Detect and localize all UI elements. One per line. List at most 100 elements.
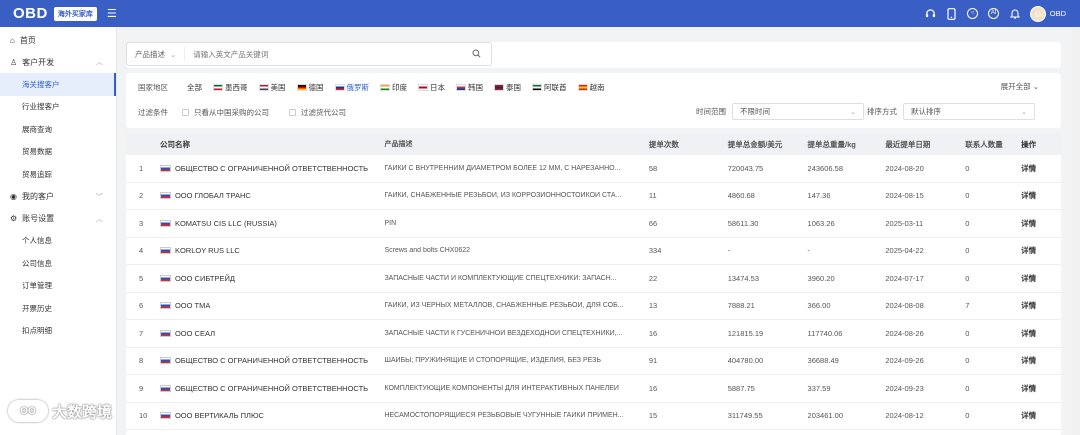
company-cell[interactable]: ООО СЕАЛ (159, 329, 385, 338)
table-row[interactable]: 1 ОБЩЕСТВО С ОГРАНИЧЕННОЙ ОТВЕТСТВЕННОСТЬ… (126, 155, 1061, 183)
sidebar-item-home[interactable]: ⌂ 首页 (0, 29, 116, 51)
row-number: 10 (139, 411, 148, 421)
details-link[interactable]: 详情 (1021, 355, 1061, 366)
amount-cell: 58611.30 (727, 218, 759, 228)
company-cell[interactable]: ОБЩЕСТВО С ОГРАНИЧЕННОЙ ОТВЕТСТВЕННОСТЬ (159, 164, 385, 173)
country-option[interactable]: 全部 (187, 82, 202, 93)
search-input[interactable] (193, 49, 464, 59)
table-row[interactable]: 6 ООО ТМА ГАЙКИ, ИЗ ЧЕРНЫХ МЕТАЛЛОВ, СНАБЖ… (126, 293, 1061, 320)
russia-flag-icon (159, 219, 171, 227)
sidebar-item-industry-search[interactable]: 行业搜客户 (0, 96, 116, 119)
details-link[interactable]: 详情 (1021, 190, 1061, 201)
company-cell[interactable]: ООО ВЕРТИКАЛЬ ПЛЮС (159, 411, 385, 420)
table-row[interactable]: 2 ООО ГЛОБАЛ ТРАНС ГАЙКИ, СНАБЖЕННЫЕ РЕЗЬБ… (126, 183, 1061, 210)
search-type-select[interactable]: 产品描述 ⌄ (127, 47, 186, 61)
details-link[interactable]: 详情 (1021, 245, 1061, 256)
sidebar-item-deduction-details[interactable]: 扣点明细 (0, 320, 116, 343)
sidebar-item-account-settings[interactable]: ⚙ 账号设置 ︿ (0, 208, 116, 230)
company-name[interactable]: ООО ТМА (175, 301, 210, 310)
sidebar-item-company-info[interactable]: 公司信息 (0, 252, 116, 275)
page-scrollbar[interactable] (1072, 27, 1080, 435)
table-row[interactable]: 7 ООО СЕАЛ ЗАПАСНЫЕ ЧАСТИ К ГУСЕНИЧНОЙ ВЕЗ… (126, 320, 1061, 348)
sidebar-item-personal-info[interactable]: 个人信息 (0, 230, 116, 253)
country-option[interactable]: 美国 (258, 82, 286, 93)
table-row[interactable]: 4 KORLOY RUS LLC Screws and bolts CHX0622 3… (126, 238, 1061, 265)
table-row[interactable]: 5 ООО СИБТРЕЙД ЗАПАСНЫЕ ЧАСТИ И КОМПЛЕКТУЮ… (126, 265, 1061, 293)
country-filter-label: 国家地区 (138, 82, 168, 92)
company-name[interactable]: ООО СИБТРЕЙД (175, 274, 235, 283)
company-name[interactable]: KORLOY RUS LLC (175, 246, 240, 255)
sidebar-item-customs-search[interactable]: 海关搜客户 (0, 73, 116, 96)
checkbox-box[interactable] (182, 109, 189, 116)
country-option[interactable]: 韩国 (456, 82, 483, 93)
user-name[interactable]: OBD (1050, 9, 1066, 18)
table-row[interactable]: 10 ООО ВЕРТИКАЛЬ ПЛЮС НЕСАМОСТОПОРЯЩИЕСЯ Р… (126, 403, 1061, 430)
country-option[interactable]: 德国 (296, 82, 324, 93)
sidebar-item-invoice-history[interactable]: 开票历史 (0, 297, 116, 320)
country-option[interactable]: 俄罗斯 (334, 82, 369, 93)
logo[interactable]: OBD (13, 5, 48, 22)
date-cell: 2024-08-12 (885, 411, 924, 421)
company-name[interactable]: ОБЩЕСТВО С ОГРАНИЧЕННОЙ ОТВЕТСТВЕННОСТЬ (175, 164, 368, 173)
country-option[interactable]: 日本 (418, 82, 445, 93)
country-name: 美国 (270, 82, 286, 92)
contacts-cell: 0 (965, 411, 970, 421)
russia-flag-icon (159, 247, 171, 255)
contacts-cell: 0 (965, 191, 970, 201)
table-row[interactable]: 9 ОБЩЕСТВО С ОГРАНИЧЕННОЙ ОТВЕТСТВЕННОСТЬ… (126, 375, 1061, 403)
company-name[interactable]: ООО СЕАЛ (175, 329, 215, 338)
checkbox-box[interactable] (289, 109, 296, 116)
details-link[interactable]: 详情 (1021, 383, 1061, 394)
company-name[interactable]: KOMATSU CIS LLC (RUSSIA) (175, 219, 277, 228)
product-badge: 海外买家库 (53, 6, 97, 21)
sort-select[interactable]: 默认排序 ⌄ (903, 103, 1035, 120)
company-cell[interactable]: ОБЩЕСТВО С ОГРАНИЧЕННОЙ ОТВЕТСТВЕННОСТЬ (159, 384, 385, 393)
menu-toggle-icon[interactable]: ☰ (107, 7, 117, 20)
wechat-icon[interactable]: ○ (967, 8, 979, 20)
details-link[interactable]: 详情 (1021, 300, 1061, 311)
company-name[interactable]: ООО ВЕРТИКАЛЬ ПЛЮС (175, 411, 264, 420)
sidebar-item-trade-tracking[interactable]: 贸易追踪 (0, 163, 116, 186)
details-link[interactable]: 详情 (1021, 328, 1061, 339)
country-option[interactable]: 墨西哥 (213, 82, 248, 93)
details-link[interactable]: 详情 (1021, 410, 1061, 421)
country-option[interactable]: 阿联酋 (532, 82, 567, 93)
company-cell[interactable]: ООО ГЛОБАЛ ТРАНС (159, 191, 385, 200)
sidebar-item-exhibitor-search[interactable]: 展商查询 (0, 118, 116, 141)
country-option[interactable]: 印度 (380, 82, 407, 93)
product-cell: КОМПЛЕКТУЮЩИЕ КОМПОНЕНТЫ ДЛЯ ИНТЕРАКТИВН… (384, 384, 619, 392)
details-link[interactable]: 详情 (1021, 218, 1061, 229)
company-cell[interactable]: KOMATSU CIS LLC (RUSSIA) (159, 219, 385, 228)
sidebar-item-label: 我的客户 (21, 192, 54, 201)
search-card: 产品描述 ⌄ (126, 42, 1061, 68)
avatar[interactable]: ☺ (1029, 5, 1046, 22)
sidebar-item-customer-dev[interactable]: ♙ 客户开发 ︿ (0, 51, 116, 73)
time-range-filter: 时间范围 不限时间 ⌄ (696, 103, 864, 120)
product-cell: ЗАПАСНЫЕ ЧАСТИ И КОМПЛЕКТУЮЩИЕ СПЕЦТЕХНИ… (384, 274, 617, 282)
mobile-icon[interactable] (946, 7, 958, 20)
company-cell[interactable]: ООО СИБТРЕЙД (159, 274, 385, 283)
country-option[interactable]: 越南 (577, 82, 605, 93)
sidebar-item-trade-data[interactable]: 贸易数据 (0, 141, 116, 164)
support-icon[interactable] (925, 8, 937, 20)
details-link[interactable]: 详情 (1021, 163, 1061, 174)
china-purchase-checkbox[interactable]: 只看从中国采购的公司 (182, 107, 269, 118)
search-icon[interactable] (472, 48, 481, 60)
ai-icon[interactable]: AI (988, 8, 1000, 20)
company-cell[interactable]: KORLOY RUS LLC (159, 246, 385, 255)
company-cell[interactable]: ООО ТМА (159, 301, 385, 310)
table-row[interactable]: 8 ОБЩЕСТВО С ОГРАНИЧЕННОЙ ОТВЕТСТВЕННОСТЬ… (126, 348, 1061, 375)
company-cell[interactable]: ОБЩЕСТВО С ОГРАНИЧЕННОЙ ОТВЕТСТВЕННОСТЬ (159, 356, 385, 365)
filter-agent-checkbox[interactable]: 过滤货代公司 (289, 107, 346, 118)
time-range-select[interactable]: 不限时间 ⌄ (732, 103, 864, 120)
company-name[interactable]: ООО ГЛОБАЛ ТРАНС (175, 191, 251, 200)
company-name[interactable]: ОБЩЕСТВО С ОГРАНИЧЕННОЙ ОТВЕТСТВЕННОСТЬ (175, 356, 368, 365)
company-name[interactable]: ОБЩЕСТВО С ОГРАНИЧЕННОЙ ОТВЕТСТВЕННОСТЬ (175, 384, 368, 393)
expand-all-button[interactable]: 展开全部 ⌄ (1001, 81, 1039, 92)
sidebar-item-my-customers[interactable]: ◉ 我的客户 ﹀ (0, 186, 116, 208)
country-option[interactable]: 泰国 (494, 82, 521, 93)
details-link[interactable]: 详情 (1021, 273, 1061, 284)
table-row[interactable]: 3 KOMATSU CIS LLC (RUSSIA) PIN 66 58611.30 10… (126, 210, 1061, 238)
bell-icon[interactable] (1009, 8, 1021, 20)
sidebar-item-orders[interactable]: 订单管理 (0, 275, 116, 298)
